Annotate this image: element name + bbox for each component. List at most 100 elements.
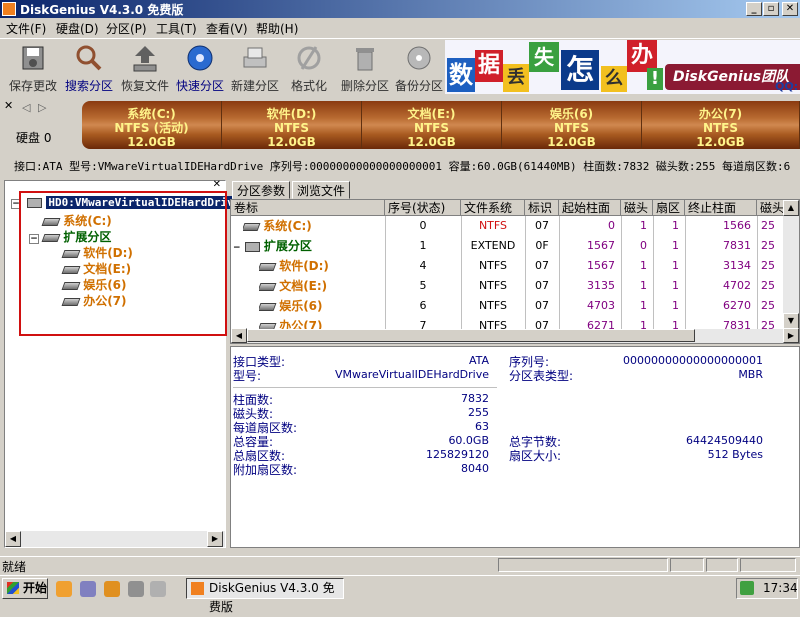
backup-partition-button[interactable]: 备份分区 — [392, 43, 446, 95]
tab-bar: 分区参数 浏览文件 — [230, 180, 800, 200]
partition-bar-e[interactable]: 文档(E:) NTFS 12.0GB — [362, 101, 502, 149]
column-header[interactable]: 序号(状态) — [385, 200, 461, 216]
column-header[interactable]: 文件系统 — [461, 200, 525, 216]
column-header[interactable]: 扇区 — [653, 200, 685, 216]
new-partition-button[interactable]: 新建分区 — [228, 43, 282, 95]
column-header[interactable]: 终止柱面 — [685, 200, 757, 216]
quicklaunch-icon[interactable] — [56, 581, 72, 597]
prev-disk-arrow-icon[interactable]: ◁ — [22, 101, 30, 114]
start-button[interactable]: 开始 — [2, 578, 48, 599]
table-horizontal-scrollbar[interactable]: ◀ ▶ — [231, 328, 799, 343]
detail-value: MBR — [738, 368, 763, 381]
minimize-button[interactable]: _ — [746, 2, 762, 16]
promo-banner[interactable]: 数 据 丢 失 怎 么 办 ! DiskGenius团队 QQ: — [445, 40, 800, 94]
partition-bar-c[interactable]: 系统(C:) NTFS (活动) 12.0GB — [82, 101, 222, 149]
format-button[interactable]: 格式化 — [282, 43, 336, 95]
cell: 1 — [419, 239, 427, 252]
network-icon[interactable] — [740, 581, 754, 595]
partition-name: 软件(D:) — [266, 107, 317, 121]
tree-item-c[interactable]: 系统(C:) — [41, 212, 112, 229]
quicklaunch-icon[interactable] — [128, 581, 144, 597]
windows-logo-icon — [7, 582, 19, 594]
column-header[interactable]: 磁头 — [757, 200, 785, 216]
partition-bar-d[interactable]: 软件(D:) NTFS 12.0GB — [222, 101, 362, 149]
tree-item-extended[interactable]: − 扩展分区 — [29, 228, 111, 245]
cell: 25 — [761, 279, 775, 292]
partition-size: 12.0GB — [127, 135, 176, 149]
tree-horizontal-scrollbar[interactable]: ◀ ▶ — [5, 531, 225, 547]
tab-browse-files[interactable]: 浏览文件 — [292, 181, 351, 199]
menu-partition[interactable]: 分区(P) — [106, 20, 147, 37]
next-disk-arrow-icon[interactable]: ▷ — [38, 101, 46, 114]
tree-item-label: 软件(D:) — [83, 246, 133, 260]
scroll-right-icon[interactable]: ▶ — [207, 531, 223, 547]
menu-bar: 文件(F) 硬盘(D) 分区(P) 工具(T) 查看(V) 帮助(H) — [0, 18, 800, 38]
table-row[interactable]: − 扩展分区 1 EXTEND 0F 1567 0 1 7831 25 — [231, 236, 785, 256]
tree-root[interactable]: − HD0:VMwareVirtualIDEHardDrive — [11, 195, 243, 209]
cell: 7831 — [723, 239, 751, 252]
scroll-right-icon[interactable]: ▶ — [783, 328, 799, 343]
quicklaunch-icon[interactable] — [150, 581, 166, 597]
tree-item-label: 娱乐(6) — [83, 278, 127, 292]
save-changes-button[interactable]: 保存更改 — [6, 43, 60, 95]
scroll-down-icon[interactable]: ▼ — [783, 313, 799, 329]
disk-tree-panel[interactable]: ✕ − HD0:VMwareVirtualIDEHardDrive 系统(C:)… — [4, 179, 243, 548]
table-row[interactable]: 系统(C:) 0 NTFS 07 0 1 1 1566 25 — [231, 216, 785, 236]
column-header[interactable]: 起始柱面 — [559, 200, 621, 216]
table-row[interactable]: 办公(7) 7 NTFS 07 6271 1 1 7831 25 — [231, 316, 785, 330]
close-icon[interactable]: ✕ — [213, 179, 221, 190]
cell: NTFS — [478, 319, 508, 330]
search-partition-label: 搜索分区 — [64, 79, 113, 93]
menu-help[interactable]: 帮助(H) — [256, 20, 298, 37]
collapse-toggle-icon[interactable]: − — [11, 199, 21, 209]
delete-partition-button[interactable]: 删除分区 — [338, 43, 392, 95]
tree-item-6[interactable]: 娱乐(6) — [61, 276, 127, 293]
cell-label: 扩展分区 — [263, 239, 312, 253]
column-header[interactable]: 磁头 — [621, 200, 653, 216]
table-row[interactable]: 文档(E:) 5 NTFS 07 3135 1 1 4702 25 — [231, 276, 785, 296]
quick-partition-icon — [187, 45, 213, 71]
menu-tools[interactable]: 工具(T) — [156, 20, 197, 37]
quick-partition-button[interactable]: 快速分区 — [173, 43, 227, 95]
search-partition-button[interactable]: 搜索分区 — [62, 43, 116, 95]
collapse-toggle-icon[interactable]: − — [29, 234, 39, 244]
detail-value: 64424509440 — [686, 434, 763, 447]
cell: 0 — [608, 219, 615, 232]
table-row[interactable]: 娱乐(6) 6 NTFS 07 4703 1 1 6270 25 — [231, 296, 785, 316]
quicklaunch-icon[interactable] — [80, 581, 96, 597]
cell: 1 — [672, 299, 679, 312]
partition-icon — [61, 281, 81, 290]
new-partition-label: 新建分区 — [230, 79, 279, 93]
scroll-thumb[interactable] — [247, 329, 695, 342]
window-title: DiskGenius V4.3.0 免费版 — [20, 3, 184, 17]
taskbar-app-button[interactable]: DiskGenius V4.3.0 免费版 — [186, 578, 344, 614]
partition-bar-7[interactable]: 办公(7) NTFS 12.0GB — [642, 101, 800, 149]
detail-value: ATA — [468, 354, 489, 367]
scroll-left-icon[interactable]: ◀ — [5, 531, 21, 547]
menu-view[interactable]: 查看(V) — [206, 20, 248, 37]
banner-char: 据 — [475, 50, 503, 82]
restore-files-button[interactable]: 恢复文件 — [118, 43, 172, 95]
close-icon[interactable]: ✕ — [4, 99, 13, 112]
scroll-up-icon[interactable]: ▲ — [783, 200, 799, 216]
table-row[interactable]: 软件(D:) 4 NTFS 07 1567 1 1 3134 25 — [231, 256, 785, 276]
maximize-button[interactable]: ▫ — [763, 2, 779, 16]
table-vertical-scrollbar[interactable]: ▲ ▼ — [783, 200, 799, 329]
quicklaunch-icon[interactable] — [104, 581, 120, 597]
column-header[interactable]: 标识 — [525, 200, 559, 216]
delete-icon — [356, 48, 374, 71]
tree-item-e[interactable]: 文档(E:) — [61, 260, 131, 277]
tree-item-7[interactable]: 办公(7) — [61, 292, 127, 309]
collapse-toggle-icon[interactable]: − — [233, 243, 241, 253]
tree-item-d[interactable]: 软件(D:) — [61, 244, 133, 261]
column-header[interactable]: 卷标 — [231, 200, 385, 216]
cell: 1 — [640, 319, 647, 330]
tab-partition-params[interactable]: 分区参数 — [232, 181, 291, 199]
close-button[interactable]: ✕ — [782, 2, 798, 16]
partition-bar-6[interactable]: 娱乐(6) NTFS 12.0GB — [502, 101, 642, 149]
cell: 1 — [672, 239, 679, 252]
scroll-left-icon[interactable]: ◀ — [231, 328, 247, 343]
cell: 25 — [761, 299, 775, 312]
menu-file[interactable]: 文件(F) — [6, 20, 46, 37]
menu-disk[interactable]: 硬盘(D) — [56, 20, 99, 37]
